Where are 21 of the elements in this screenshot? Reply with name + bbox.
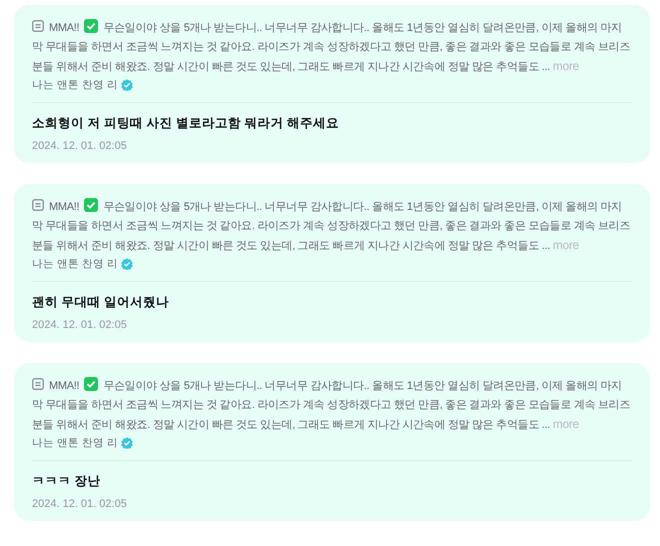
timestamp: 2024. 12. 01. 02:05 bbox=[32, 140, 128, 152]
author-name: 나는 앤톤 찬영 리 bbox=[32, 78, 118, 92]
document-icon bbox=[32, 20, 44, 32]
quote-text: MMA!! 무슨일이야 상을 5개나 받는다니.. 너무너무 감사합니다.. 올해도 1년동안 열심히 달려온만큼, 이제 올해의 마지막 무대들을 하면서 조금씩 느껴지는 것 같아요. 라이즈가 계속 성장하겠다고 했던 만큼, 좋은 결과와 좋은 모습들로 계속 브리즈분들 위해서 준비 해왔죠. 정말 시간이 빠른 것도 있는데, 그래도 빠르게 지나간 시간속에 정말 많은 추억들도 ... more bbox=[32, 198, 632, 256]
quote-text: MMA!! 무슨일이야 상을 5개나 받는다니.. 너무너무 감사합니다.. 올해도 1년동안 열심히 달려온만큼, 이제 올해의 마지막 무대들을 하면서 조금씩 느껴지는 것 같아요. 라이즈가 계속 성장하겠다고 했던 만큼, 좋은 결과와 좋은 모습들로 계속 브리즈분들 위해서 준비 해왔죠. 정말 시간이 빠른 것도 있는데, 그래도 빠르게 지나간 시간속에 정말 많은 추억들도 ... more bbox=[32, 19, 632, 77]
more-link[interactable]: more bbox=[552, 417, 579, 431]
document-icon bbox=[32, 199, 44, 211]
comment-text: 괜히 무대때 일어서줬나 bbox=[32, 294, 170, 311]
document-icon bbox=[32, 378, 44, 390]
more-link[interactable]: more bbox=[552, 238, 579, 252]
author-name: 나는 앤톤 찬영 리 bbox=[32, 436, 118, 450]
checkmark-icon bbox=[84, 198, 98, 212]
checkmark-icon bbox=[84, 19, 98, 33]
comment-text: ㅋㅋㅋ 장난 bbox=[32, 473, 102, 490]
checkmark-icon bbox=[84, 377, 98, 391]
timestamp: 2024. 12. 01. 02:05 bbox=[32, 498, 128, 510]
more-link[interactable]: more bbox=[552, 59, 579, 73]
author-name: 나는 앤톤 찬영 리 bbox=[32, 257, 118, 271]
comment-text: 소희형이 저 피팅때 사진 별로라고함 뭐라거 해주세요 bbox=[32, 115, 340, 132]
timestamp: 2024. 12. 01. 02:05 bbox=[32, 319, 128, 331]
quote-text: MMA!! 무슨일이야 상을 5개나 받는다니.. 너무너무 감사합니다.. 올해도 1년동안 열심히 달려온만큼, 이제 올해의 마지막 무대들을 하면서 조금씩 느껴지는 것 같아요. 라이즈가 계속 성장하겠다고 했던 만큼, 좋은 결과와 좋은 모습들로 계속 브리즈분들 위해서 준비 해왔죠. 정말 시간이 빠른 것도 있는데, 그래도 빠르게 지나간 시간속에 정말 많은 추억들도 ... more bbox=[32, 377, 632, 435]
